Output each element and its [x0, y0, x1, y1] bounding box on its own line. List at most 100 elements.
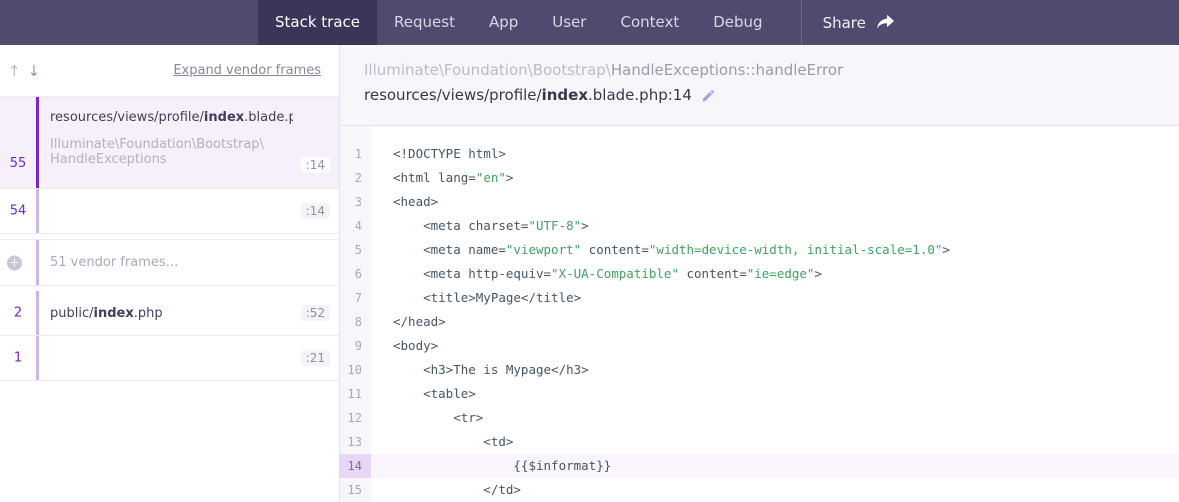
nav-tabs: Stack traceRequestAppUserContextDebug [258, 0, 780, 45]
vendor-frames-toggle[interactable]: +51 vendor frames… [0, 239, 339, 286]
code-line-10: 10 <h3>The is Mypage</h3> [340, 358, 1179, 382]
line-number: 4 [340, 214, 371, 238]
frame-accent-bar [36, 189, 39, 233]
code-text: <body> [371, 334, 1179, 358]
frame-number: 2 [0, 306, 36, 321]
line-number: 10 [340, 358, 371, 382]
expand-plus-icon[interactable]: + [7, 255, 22, 270]
code-line-13: 13 <td> [340, 430, 1179, 454]
line-number: 6 [340, 262, 371, 286]
frame-file: resources/views/profile/index.blade.php:… [364, 85, 1179, 105]
code-text: <h3>The is Mypage</h3> [371, 358, 1179, 382]
line-number: 8 [340, 310, 371, 334]
code-line-3: 3<head> [340, 190, 1179, 214]
code-line-14: 14 {{$informat}} [340, 454, 1179, 478]
file-path: resources/views/profile/index.blade.php:… [364, 85, 692, 105]
frame-number: 54 [0, 204, 36, 219]
next-frame-icon[interactable]: ↓ [28, 62, 41, 80]
frame-accent-bar [36, 336, 39, 380]
code-text: <td> [371, 430, 1179, 454]
frame-line-badge: :14 [301, 157, 330, 173]
code-lines: 1<!DOCTYPE html>2<html lang="en">3<head>… [340, 142, 1179, 502]
line-number: 3 [340, 190, 371, 214]
code-text: <title>MyPage</title> [371, 286, 1179, 310]
frame-line-badge: :52 [301, 305, 330, 321]
stack-frame-54[interactable]: 54 :14 [0, 189, 339, 234]
code-text: <!DOCTYPE html> [371, 142, 1179, 166]
code-text: <html lang="en"> [371, 166, 1179, 190]
code-text: </head> [371, 310, 1179, 334]
sidebar-header: ↑ ↓ Expand vendor frames [0, 45, 339, 97]
line-number: 15 [340, 478, 371, 502]
line-number: 7 [340, 286, 371, 310]
code-viewer: 1<!DOCTYPE html>2<html lang="en">3<head>… [340, 125, 1179, 502]
stack-frame-1[interactable]: 1 :21 [0, 336, 339, 381]
frame-content: resources/views/profile/index.blade.php I… [50, 97, 339, 167]
frame-line-badge: :21 [301, 350, 330, 366]
frame-number: 1 [0, 351, 36, 366]
code-line-1: 1<!DOCTYPE html> [340, 142, 1179, 166]
frame-accent-bar [36, 97, 39, 188]
line-number: 2 [340, 166, 371, 190]
line-number: 9 [340, 334, 371, 358]
stack-frame-55[interactable]: 55 resources/views/profile/index.blade.ph… [0, 97, 339, 189]
code-text: <meta http-equiv="X-UA-Compatible" conte… [371, 262, 1179, 286]
main-panel: Illuminate\Foundation\Bootstrap\HandleEx… [340, 45, 1179, 502]
code-text: <meta charset="UTF-8"> [371, 214, 1179, 238]
nav-divider [801, 0, 802, 45]
frame-content: public/index.php [50, 291, 339, 335]
share-button[interactable]: Share [823, 0, 895, 45]
line-number: 5 [340, 238, 371, 262]
tab-user[interactable]: User [535, 0, 603, 45]
frames-list: 55 resources/views/profile/index.blade.ph… [0, 97, 339, 381]
code-line-15: 15 </td> [340, 478, 1179, 502]
tab-context[interactable]: Context [603, 0, 696, 45]
vendor-frames-label: 51 vendor frames… [50, 240, 339, 285]
edit-file-pencil-icon[interactable] [701, 88, 716, 103]
tab-debug[interactable]: Debug [696, 0, 779, 45]
line-number: 12 [340, 406, 371, 430]
content-area: ↑ ↓ Expand vendor frames 55 resources/vie… [0, 45, 1179, 502]
code-line-11: 11 <table> [340, 382, 1179, 406]
code-line-5: 5 <meta name="viewport" content="width=d… [340, 238, 1179, 262]
code-text: <head> [371, 190, 1179, 214]
code-line-2: 2<html lang="en"> [340, 166, 1179, 190]
frame-method: Illuminate\Foundation\Bootstrap\HandleEx… [364, 60, 1179, 80]
code-text: <tr> [371, 406, 1179, 430]
previous-frame-icon[interactable]: ↑ [8, 62, 21, 80]
code-line-9: 9<body> [340, 334, 1179, 358]
tab-request[interactable]: Request [377, 0, 472, 45]
line-number: 14 [340, 454, 371, 478]
frame-file-path: resources/views/profile/index.blade.php [50, 110, 293, 126]
frame-file-path: public/index.php [50, 305, 163, 322]
code-text: </td> [371, 478, 1179, 502]
code-text: {{$informat}} [371, 454, 1179, 478]
stack-frame-2[interactable]: 2 public/index.php :52 [0, 291, 339, 336]
code-line-4: 4 <meta charset="UTF-8"> [340, 214, 1179, 238]
stack-trace-sidebar: ↑ ↓ Expand vendor frames 55 resources/vie… [0, 45, 340, 502]
frame-content [50, 189, 339, 233]
line-number: 13 [340, 430, 371, 454]
frame-content [50, 336, 339, 380]
code-line-12: 12 <tr> [340, 406, 1179, 430]
share-icon [876, 14, 895, 31]
code-line-8: 8</head> [340, 310, 1179, 334]
top-navbar: Stack traceRequestAppUserContextDebug Sh… [0, 0, 1179, 45]
line-number: 11 [340, 382, 371, 406]
expand-vendor-frames-link[interactable]: Expand vendor frames [173, 63, 321, 78]
method-name: HandleExceptions::handleError [611, 61, 843, 79]
line-number: 1 [340, 142, 371, 166]
code-text: <table> [371, 382, 1179, 406]
frame-number: 55 [0, 156, 36, 171]
tab-stack-trace[interactable]: Stack trace [258, 0, 377, 45]
frame-class: Illuminate\Foundation\Bootstrap\HandleEx… [50, 137, 293, 167]
share-label: Share [823, 14, 866, 32]
frame-line-badge: :14 [301, 203, 330, 219]
code-text: <meta name="viewport" content="width=dev… [371, 238, 1179, 262]
code-line-6: 6 <meta http-equiv="X-UA-Compatible" con… [340, 262, 1179, 286]
tab-app[interactable]: App [472, 0, 535, 45]
frame-accent-bar [36, 240, 39, 285]
method-namespace: Illuminate\Foundation\Bootstrap\ [364, 61, 611, 79]
frame-header: Illuminate\Foundation\Bootstrap\HandleEx… [340, 45, 1179, 125]
frame-accent-bar [36, 291, 39, 335]
